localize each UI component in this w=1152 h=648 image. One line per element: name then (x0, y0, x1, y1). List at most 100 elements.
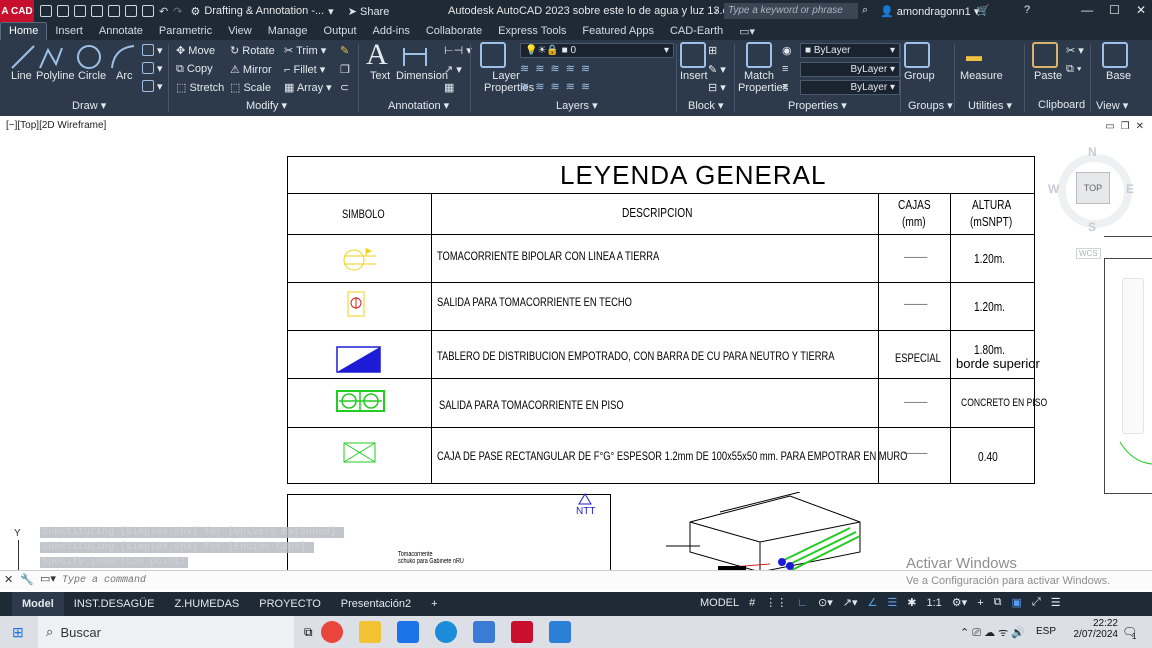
osnap-icon[interactable]: ↗▾ (843, 596, 858, 609)
undo-icon[interactable]: ↶ (159, 5, 168, 18)
add-icon[interactable]: + (977, 597, 983, 609)
tab-manage[interactable]: Manage (260, 25, 316, 37)
help-search-input[interactable]: Type a keyword or phrase (724, 3, 858, 19)
base-button[interactable]: Base (1106, 70, 1131, 82)
paste-button[interactable]: Paste (1034, 70, 1062, 82)
viewcube-west[interactable]: W (1048, 182, 1059, 196)
plot-icon[interactable] (142, 5, 154, 17)
scale-button[interactable]: ⬚ Scale (230, 81, 271, 94)
layout-tab-1[interactable]: INST.DESAGÜE (64, 598, 165, 610)
groups-panel-label[interactable]: Groups ▾ (908, 99, 953, 112)
color-dropdown[interactable]: ■ ByLayer ▾ (800, 43, 900, 58)
isolate-icon[interactable]: ⧉ (994, 596, 1002, 609)
new-icon[interactable] (40, 5, 52, 17)
lineweight-toggle-icon[interactable]: ☰ (887, 596, 897, 609)
save-icon[interactable] (74, 5, 86, 17)
autocad-taskbar-icon[interactable] (510, 621, 533, 643)
mirror-button[interactable]: ⚠ Mirror (230, 63, 272, 76)
tab-featured-apps[interactable]: Featured Apps (574, 25, 662, 37)
share-button[interactable]: ➤ Share (348, 5, 390, 18)
copy-clip-icon[interactable]: ⧉ ▾ (1066, 63, 1082, 76)
paste-icon[interactable] (1032, 42, 1058, 68)
tab-parametric[interactable]: Parametric (151, 25, 220, 37)
copy-button[interactable]: ⧉ Copy (176, 63, 213, 76)
insert-block-icon[interactable] (680, 42, 706, 68)
redo-icon[interactable]: ↷ (173, 5, 182, 18)
line-button[interactable]: Line (11, 70, 32, 82)
user-account[interactable]: 👤 amondragonn1 ▾ (880, 5, 979, 18)
insert-button[interactable]: Insert (680, 70, 708, 82)
clipboard-panel-label[interactable]: Clipboard (1038, 99, 1085, 111)
tab-overflow-icon[interactable]: ▭▾ (731, 25, 763, 38)
wcs-menu[interactable]: WCS (1076, 248, 1101, 259)
task-view-icon[interactable]: ⧉ (304, 625, 313, 640)
store-icon[interactable] (472, 621, 495, 643)
match-properties-icon[interactable] (746, 42, 772, 68)
viewport-restore-icon[interactable]: ❐ (1121, 121, 1130, 132)
group-icon[interactable] (904, 42, 930, 68)
dimension-icon[interactable] (402, 44, 428, 70)
command-history-icon[interactable]: ▭▾ (40, 572, 56, 585)
snap-icon[interactable]: ⋮⋮ (765, 596, 787, 609)
view-panel-label[interactable]: View ▾ (1096, 99, 1128, 112)
draw-panel-label[interactable]: Draw ▾ (72, 99, 106, 112)
circle-button[interactable]: Circle (78, 70, 106, 82)
erase-icon[interactable]: ✎ (340, 44, 349, 57)
viewcube-east[interactable]: E (1126, 182, 1134, 196)
edge-icon[interactable] (434, 621, 457, 643)
command-input[interactable] (62, 573, 662, 587)
fillet-button[interactable]: ⌐ Fillet ▾ (284, 63, 325, 76)
viewcube-north[interactable]: N (1088, 145, 1097, 159)
viewport-controls[interactable]: [−][Top][2D Wireframe] (6, 120, 106, 131)
color-wheel-icon[interactable]: ◉ (782, 44, 792, 57)
table-icon[interactable]: ▦ (444, 81, 454, 94)
tab-home[interactable]: Home (0, 22, 48, 40)
tab-express-tools[interactable]: Express Tools (490, 25, 574, 37)
polar-icon[interactable]: ⊙▾ (818, 596, 833, 609)
hatch-icon[interactable]: ▾ (142, 62, 163, 75)
layout-tab-2[interactable]: Z.HUMEDAS (164, 598, 249, 610)
workspace-switcher[interactable]: ⚙ Drafting & Annotation -... ▾ (190, 5, 333, 18)
block-edit-icon[interactable]: ✎ ▾ (708, 63, 726, 76)
layout-tab-model[interactable]: Model (12, 592, 64, 616)
add-layout-icon[interactable]: + (421, 598, 447, 610)
grid-icon[interactable]: # (749, 597, 755, 609)
trim-button[interactable]: ✂ Trim ▾ (284, 44, 326, 57)
stretch-button[interactable]: ⬚ Stretch (176, 81, 224, 94)
cart-icon[interactable]: 🛒 (976, 4, 990, 17)
search-icon[interactable]: ⌕ (862, 4, 868, 17)
leader-icon[interactable]: ↗ ▾ (444, 63, 462, 76)
annotation-scale-icon[interactable]: ✱ (907, 596, 916, 609)
text-icon[interactable]: A (366, 38, 388, 72)
windows-start-icon[interactable]: ⊞ (12, 624, 24, 641)
linetype-dropdown[interactable]: ByLayer ▾ (800, 62, 900, 77)
open-icon[interactable] (57, 5, 69, 17)
tab-collaborate[interactable]: Collaborate (418, 25, 490, 37)
chrome-icon[interactable] (320, 621, 343, 643)
arc-icon[interactable] (110, 44, 136, 70)
save-as-icon[interactable] (91, 5, 103, 17)
tab-view[interactable]: View (220, 25, 260, 37)
block-create-icon[interactable]: ⊞ (708, 44, 717, 57)
arc-button[interactable]: Arc (116, 70, 133, 82)
workspace-gear-icon[interactable]: ⚙▾ (952, 596, 967, 609)
rectangle-icon[interactable]: ▾ (142, 44, 163, 57)
fullscreen-icon[interactable]: ⤢ (1032, 596, 1041, 609)
mail-icon[interactable] (396, 621, 419, 643)
command-close-icon[interactable]: ✕ (4, 573, 13, 586)
match-properties-button[interactable]: Match Properties (738, 70, 788, 94)
dimension-button[interactable]: Dimension (396, 70, 448, 82)
move-button[interactable]: ✥ Move (176, 44, 215, 57)
utilities-panel-label[interactable]: Utilities ▾ (968, 99, 1012, 112)
maximize-icon[interactable]: ☐ (1109, 3, 1120, 17)
circle-icon[interactable] (76, 44, 102, 70)
array-button[interactable]: ▦ Array ▾ (284, 81, 332, 94)
tab-insert[interactable]: Insert (47, 25, 91, 37)
photos-icon[interactable] (548, 621, 571, 643)
tab-cad-earth[interactable]: CAD-Earth (662, 25, 731, 37)
modify-panel-label[interactable]: Modify ▾ (246, 99, 287, 112)
layout-tab-4[interactable]: Presentación2 (331, 598, 421, 610)
group-button[interactable]: Group (904, 70, 935, 82)
block-panel-label[interactable]: Block ▾ (688, 99, 723, 112)
polyline-icon[interactable] (38, 44, 64, 70)
